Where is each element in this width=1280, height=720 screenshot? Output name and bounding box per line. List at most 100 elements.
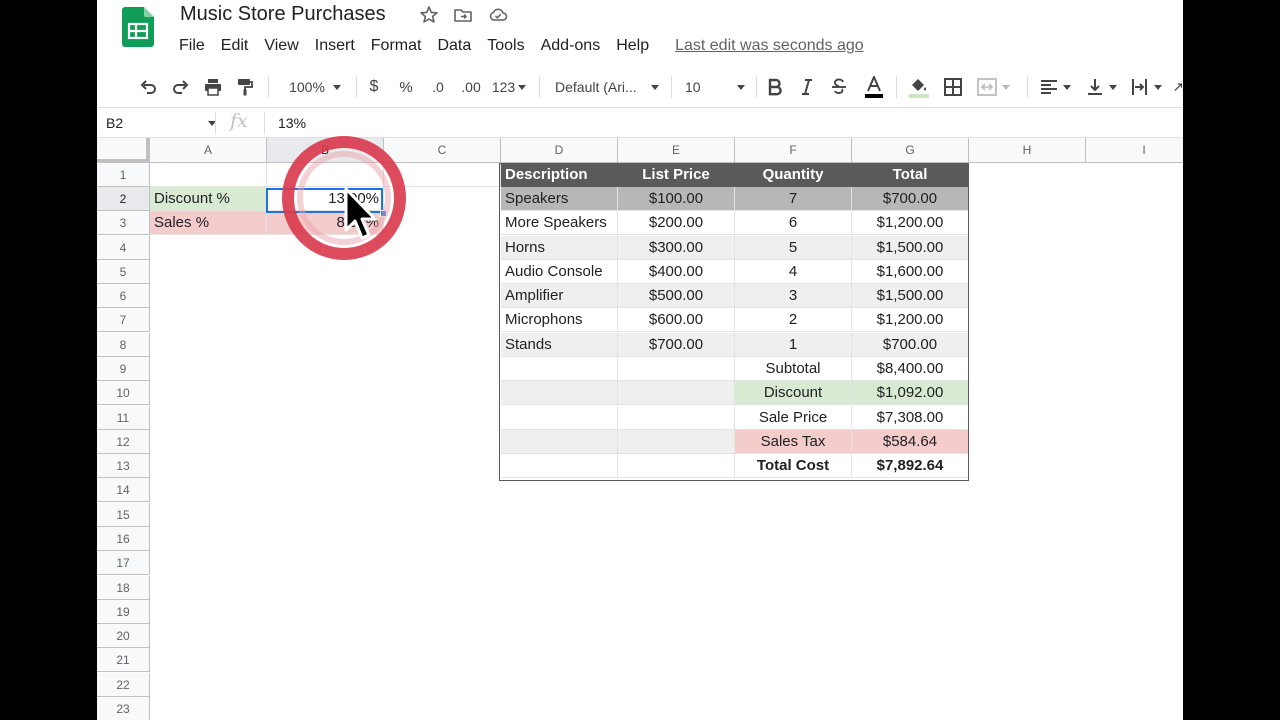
row-header[interactable]: 12 <box>97 430 150 454</box>
menu-file[interactable]: File <box>179 37 205 55</box>
text-rotation-button[interactable] <box>1173 76 1183 98</box>
table-cell[interactable]: 2 <box>735 308 852 332</box>
cell-b1[interactable] <box>267 163 384 187</box>
fill-color-button[interactable] <box>907 76 931 98</box>
last-edit-link[interactable]: Last edit was seconds ago <box>675 37 864 55</box>
table-cell[interactable]: $400.00 <box>618 260 735 284</box>
table-cell[interactable]: $1,500.00 <box>852 236 969 260</box>
table-cell[interactable]: 4 <box>735 260 852 284</box>
table-cell[interactable]: More Speakers <box>501 211 618 235</box>
menu-addons[interactable]: Add-ons <box>541 37 601 55</box>
cell-a2-discount-label[interactable]: Discount % <box>150 187 267 211</box>
table-cell[interactable]: $100.00 <box>618 187 735 211</box>
font-family-select[interactable]: Default (Ari... <box>555 76 659 98</box>
row-header[interactable]: 4 <box>97 236 150 260</box>
table-cell[interactable]: $1,600.00 <box>852 260 969 284</box>
column-header-b[interactable]: B <box>267 138 384 163</box>
table-cell[interactable] <box>501 430 618 454</box>
menu-help[interactable]: Help <box>616 37 649 55</box>
select-all-corner[interactable] <box>97 138 150 163</box>
star-icon[interactable] <box>419 5 439 25</box>
spreadsheet-grid[interactable]: A B C D E F G H I 1 2 3 4 5 6 7 8 9 10 1… <box>97 138 1183 720</box>
more-formats-button[interactable]: 123 <box>490 76 528 98</box>
table-cell[interactable] <box>618 454 735 478</box>
column-header-d[interactable]: D <box>501 138 618 163</box>
vertical-align-button[interactable] <box>1085 76 1125 98</box>
row-header[interactable]: 19 <box>97 600 150 624</box>
merge-cells-button[interactable] <box>976 76 1018 98</box>
menu-view[interactable]: View <box>264 37 298 55</box>
table-header-description[interactable]: Description <box>501 163 618 187</box>
summary-label-subtotal[interactable]: Subtotal <box>735 357 852 381</box>
formula-input[interactable]: 13% <box>278 115 306 131</box>
column-header-e[interactable]: E <box>618 138 735 163</box>
strikethrough-button[interactable] <box>829 76 849 98</box>
row-header[interactable]: 22 <box>97 673 150 697</box>
table-cell[interactable]: $300.00 <box>618 236 735 260</box>
table-cell[interactable]: Speakers <box>501 187 618 211</box>
column-header-h[interactable]: H <box>969 138 1086 163</box>
row-header[interactable]: 7 <box>97 308 150 332</box>
table-cell[interactable] <box>618 430 735 454</box>
zoom-select[interactable]: 100% <box>284 76 346 98</box>
column-header-f[interactable]: F <box>735 138 852 163</box>
summary-label-sale-price[interactable]: Sale Price <box>735 406 852 430</box>
summary-value-subtotal[interactable]: $8,400.00 <box>852 357 969 381</box>
column-header-i[interactable]: I <box>1086 138 1183 163</box>
cell-c1[interactable] <box>384 163 501 187</box>
table-cell[interactable]: Microphons <box>501 308 618 332</box>
table-cell[interactable]: Horns <box>501 236 618 260</box>
table-cell[interactable]: $1,500.00 <box>852 284 969 308</box>
table-cell[interactable]: $600.00 <box>618 308 735 332</box>
table-cell[interactable]: 5 <box>735 236 852 260</box>
table-cell[interactable] <box>501 406 618 430</box>
document-title[interactable]: Music Store Purchases <box>180 3 386 26</box>
table-cell[interactable] <box>501 357 618 381</box>
menu-insert[interactable]: Insert <box>315 37 355 55</box>
table-cell[interactable]: $1,200.00 <box>852 308 969 332</box>
cell-a3-sales-label[interactable]: Sales % <box>150 211 267 235</box>
row-header[interactable]: 10 <box>97 381 150 405</box>
table-cell[interactable]: 3 <box>735 284 852 308</box>
summary-value-sale-price[interactable]: $7,308.00 <box>852 406 969 430</box>
table-header-list-price[interactable]: List Price <box>618 163 735 187</box>
cell-b3-sales-value[interactable]: 8.00% <box>267 211 384 235</box>
move-folder-icon[interactable] <box>453 5 473 25</box>
undo-button[interactable] <box>137 76 159 98</box>
table-header-quantity[interactable]: Quantity <box>735 163 852 187</box>
row-header[interactable]: 17 <box>97 551 150 575</box>
column-header-c[interactable]: C <box>384 138 501 163</box>
font-size-select[interactable]: 10 <box>685 76 745 98</box>
summary-value-sales-tax[interactable]: $584.64 <box>852 430 969 454</box>
increase-decimal-button[interactable]: .00 <box>458 76 484 98</box>
table-cell[interactable]: $700.00 <box>852 333 969 357</box>
row-header[interactable]: 1 <box>97 163 150 187</box>
menu-data[interactable]: Data <box>437 37 471 55</box>
summary-label-sales-tax[interactable]: Sales Tax <box>735 430 852 454</box>
table-cell[interactable] <box>501 381 618 405</box>
table-cell[interactable]: Amplifier <box>501 284 618 308</box>
table-cell[interactable]: 7 <box>735 187 852 211</box>
table-cell[interactable]: Audio Console <box>501 260 618 284</box>
row-header[interactable]: 6 <box>97 284 150 308</box>
row-header[interactable]: 21 <box>97 648 150 672</box>
table-cell[interactable]: $200.00 <box>618 211 735 235</box>
cell-b2-discount-value[interactable]: 13.00% <box>267 187 384 211</box>
table-cell[interactable] <box>618 357 735 381</box>
borders-button[interactable] <box>942 76 964 98</box>
table-cell[interactable]: $700.00 <box>618 333 735 357</box>
decrease-decimal-button[interactable]: .0 <box>427 76 449 98</box>
row-header[interactable]: 14 <box>97 478 150 502</box>
summary-value-total-cost[interactable]: $7,892.64 <box>852 454 969 478</box>
table-cell[interactable]: Stands <box>501 333 618 357</box>
row-header[interactable]: 16 <box>97 527 150 551</box>
text-wrapping-button[interactable] <box>1130 76 1170 98</box>
column-header-a[interactable]: A <box>150 138 267 163</box>
table-cell[interactable] <box>618 406 735 430</box>
row-header[interactable]: 15 <box>97 503 150 527</box>
summary-label-total-cost[interactable]: Total Cost <box>735 454 852 478</box>
row-header[interactable]: 23 <box>97 697 150 720</box>
horizontal-align-button[interactable] <box>1039 76 1079 98</box>
summary-value-discount[interactable]: $1,092.00 <box>852 381 969 405</box>
table-cell[interactable] <box>618 381 735 405</box>
